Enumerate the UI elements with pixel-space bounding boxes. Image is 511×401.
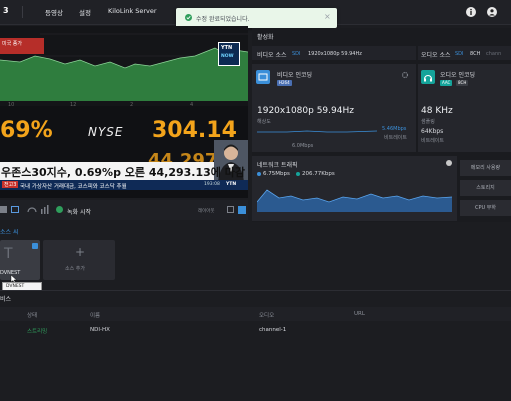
add-source-card[interactable]: + 소스 추가 <box>43 240 115 280</box>
services-section: 비스 상태 이름 오디오 URL 스트리밍 NDI-HX channel-1 <box>0 290 511 401</box>
network-down-value: 206.77Kbps <box>302 171 335 177</box>
audio-encoding-label: 오디오 인코딩 <box>440 72 476 79</box>
ticker-brand: YTN <box>226 182 237 187</box>
nav-item-kilolink[interactable]: KiloLink Server <box>108 7 157 15</box>
preview-toolbar: 녹화 시작 레이아웃 <box>0 200 248 220</box>
gauge-icon[interactable] <box>27 205 37 215</box>
column-url: URL <box>354 311 365 317</box>
video-resolution-sub: 해상도 <box>257 119 271 125</box>
services-title: 비스 <box>0 296 12 303</box>
headline-tag: 미국 종가 <box>2 41 22 47</box>
fullscreen-icon[interactable] <box>238 206 246 214</box>
video-rate-mode: 6.0Mbps <box>292 143 314 149</box>
caption-bar: 우존스30지수, 0.69%p 오른 44,293.13에 마감 <box>0 162 245 180</box>
ticker-bar: 전고3 국내 가상자산 거래대금, 코스피와 코스닥 추월 193:08 YTN <box>0 180 248 190</box>
download-dot-icon <box>296 172 300 176</box>
settings-gear-icon[interactable] <box>401 71 409 81</box>
services-table-header: 상태 이름 오디오 URL <box>0 307 511 321</box>
cpu-load-button[interactable]: CPU 부하 <box>460 200 511 216</box>
add-source-label: 소스 추가 <box>65 266 85 272</box>
video-encoder-icon <box>256 70 270 84</box>
record-button[interactable]: 녹화 시작 <box>67 207 91 216</box>
percent-value: 69% <box>0 118 53 143</box>
video-encoding-label: 비디오 인코딩 <box>277 72 313 79</box>
headphones-icon <box>421 70 435 84</box>
toast-message: 수정 완료되었습니다. <box>196 16 250 23</box>
video-resolution-value: 1920x1080p 59.94Hz <box>257 106 354 116</box>
audio-source-extra: chann <box>486 51 502 57</box>
video-source-row: 비디오 소스 SDI 1920x1080p 59.94Hz <box>252 46 416 60</box>
video-encoding-card: 비디오 인코딩 H264 1920x1080p 59.94Hz 해상도 5.46… <box>252 64 416 152</box>
video-bitrate-sparkline <box>257 130 377 133</box>
ticker-tag: 전고3 <box>2 181 19 188</box>
audio-source-tag: SDI <box>455 51 464 57</box>
plus-icon: + <box>75 245 86 259</box>
image-icon[interactable] <box>11 206 19 213</box>
audio-bitrate-label: 비트레이트 <box>421 138 445 144</box>
chart-tick: 4 <box>190 102 194 108</box>
audio-encoding-card: 오디오 인코딩 AAC 8CH 48 KHz 샘플링 64Kbps 비트레이트 <box>418 64 511 152</box>
audio-samplerate-value: 48 KHz <box>421 106 453 116</box>
network-up-value: 6.75Mbps <box>263 171 290 177</box>
video-source-tag: SDI <box>292 51 301 57</box>
video-preview[interactable]: 미국 종가 YTN NOW 10 12 2 4 69% NYSE 304.14 … <box>0 26 248 198</box>
audio-channel-badge: 8CH <box>456 80 469 86</box>
column-name: 이름 <box>90 313 101 319</box>
row-name: NDI-HX <box>90 327 110 333</box>
storage-button[interactable]: 스토리지 <box>460 180 511 196</box>
layout-select[interactable]: 레이아웃 <box>198 208 215 214</box>
chart-tick: 2 <box>130 102 134 108</box>
ticker-text: 국내 가상자산 거래대금, 코스피와 코스닥 추월 <box>20 184 127 190</box>
audio-bitrate-value: 64Kbps <box>421 128 444 135</box>
screenshot-icon[interactable] <box>0 206 7 213</box>
video-source-spec: 1920x1080p 59.94Hz <box>308 51 362 57</box>
row-audio: channel-1 <box>259 327 287 333</box>
row-status: 스트리밍 <box>27 329 48 335</box>
nyse-logo: NYSE <box>88 125 124 139</box>
network-traffic-graph <box>257 189 452 212</box>
audio-samplerate-label: 샘플링 <box>421 119 435 125</box>
ytn-logo: YTN NOW <box>218 42 240 66</box>
column-audio: 오디오 <box>259 313 275 319</box>
info-icon[interactable] <box>466 7 476 17</box>
success-toast: 수정 완료되었습니다. × <box>176 8 337 28</box>
pip-icon[interactable] <box>227 206 234 213</box>
sources-section: 소스 씨 T DVNEST + 소스 추가 DVNEST <box>0 222 511 292</box>
column-status: 상태 <box>27 313 38 319</box>
record-icon[interactable] <box>56 206 63 213</box>
caption-text: 우존스30지수, 0.69%p 오른 44,293.13에 마감 <box>1 166 245 179</box>
check-circle-icon <box>185 14 192 21</box>
video-source-label: 비디오 소스 <box>257 52 287 59</box>
audio-source-channels: 8CH <box>470 51 481 57</box>
audio-source-label: 오디오 소스 <box>421 52 451 59</box>
nav-item-settings[interactable]: 설정 <box>79 7 91 17</box>
audio-source-row: 오디오 소스 SDI 8CH chann <box>418 46 511 60</box>
source-card[interactable]: T DVNEST <box>0 240 40 280</box>
text-source-icon: T <box>4 246 13 262</box>
nav-item-video[interactable]: 등영상 <box>45 7 63 17</box>
chart-tick: 10 <box>8 102 15 108</box>
close-icon[interactable]: × <box>324 12 331 21</box>
network-info-icon[interactable] <box>446 160 452 166</box>
audio-codec-badge: AAC <box>440 80 453 86</box>
user-icon[interactable] <box>487 7 497 17</box>
upload-dot-icon <box>257 172 261 176</box>
audio-level-icon[interactable] <box>41 205 49 216</box>
video-bitrate-label: 비트레이트 <box>384 135 408 141</box>
ticker-time: 193:08 <box>204 182 220 187</box>
selected-check-icon <box>32 243 38 249</box>
table-row[interactable]: 스트리밍 NDI-HX channel-1 <box>0 323 511 337</box>
panel-title: 활성화 <box>257 34 274 41</box>
network-traffic-card: 네트워크 트래픽 6.75Mbps 206.77Kbps <box>252 156 457 221</box>
network-label: 네트워크 트래픽 <box>257 162 298 169</box>
divider <box>22 6 23 18</box>
app-logo: 3 <box>3 6 9 15</box>
video-codec-badge: H264 <box>277 80 292 86</box>
market-chart-panel: 미국 종가 YTN NOW 10 12 2 4 <box>0 26 248 108</box>
sources-title: 소스 씨 <box>0 229 19 236</box>
video-bitrate-value: 5.46Mbps <box>382 126 407 132</box>
memory-usage-button[interactable]: 메모리 사용량 <box>460 160 511 176</box>
chart-tick: 12 <box>70 102 77 108</box>
